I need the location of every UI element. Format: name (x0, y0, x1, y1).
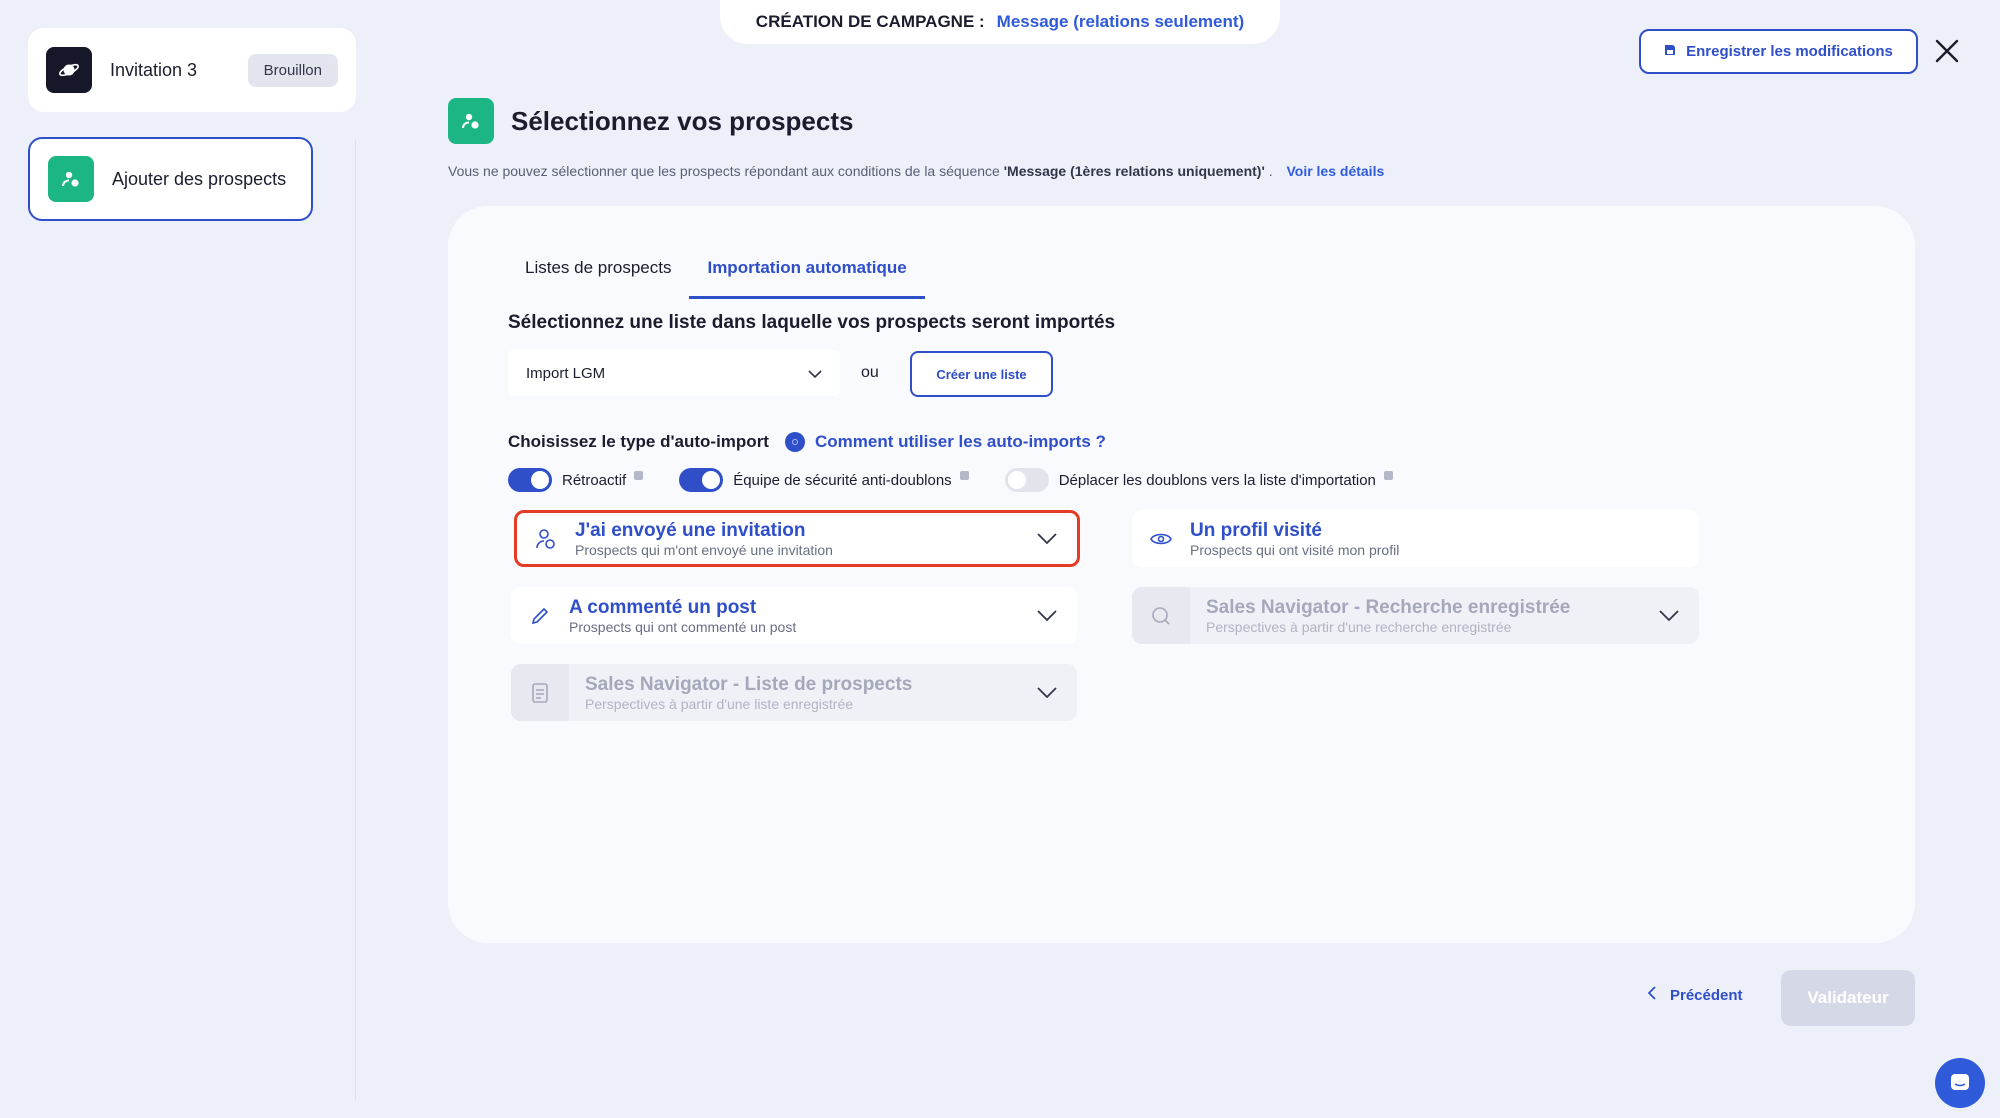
option-profile-visited[interactable]: Un profil visité Prospects qui ont visit… (1132, 510, 1699, 567)
prospects-icon (448, 98, 494, 144)
details-link[interactable]: Voir les détails (1286, 163, 1384, 179)
banner-value: Message (relations seulement) (996, 12, 1245, 31)
option-title: Un profil visité (1190, 519, 1322, 541)
sidebar-item-label: Ajouter des prospects (112, 168, 287, 189)
info-icon[interactable] (1383, 470, 1393, 480)
sidebar-item-add-prospects[interactable]: Ajouter des prospects (28, 137, 313, 221)
info-icon[interactable] (634, 470, 644, 480)
help-link[interactable]: Comment utiliser les auto-imports ? (784, 432, 1106, 452)
option-desc: Perspectives à partir d'une liste enregi… (585, 695, 854, 712)
option-title: A commenté un post (569, 596, 757, 618)
option-commented-post[interactable]: A commenté un post Prospects qui ont com… (511, 587, 1077, 644)
option-text: Sales Navigator - Liste de prospects Per… (569, 664, 1017, 721)
autoimport-heading-row: Choisissez le type d'auto-import Comment… (508, 432, 1106, 452)
list-select-value: Import LGM (526, 364, 606, 382)
toggle-label: Équipe de sécurité anti-doublons (733, 471, 952, 489)
chevron-down-icon (808, 365, 822, 382)
toggle-label: Rétroactif (562, 471, 627, 489)
subtitle-end: . (1268, 163, 1273, 179)
chevron-down-icon[interactable] (1017, 610, 1077, 621)
help-icon (784, 432, 805, 452)
user-invite-icon (517, 528, 575, 550)
previous-label: Précédent (1670, 986, 1743, 1004)
option-title: Sales Navigator - Liste de prospects (585, 673, 913, 695)
document-icon (511, 664, 569, 721)
toggle-dedup-team[interactable]: Équipe de sécurité anti-doublons (679, 468, 969, 492)
subtitle-text: Vous ne pouvez sélectionner que les pros… (448, 163, 1000, 179)
autoimport-heading: Choisissez le type d'auto-import (508, 432, 769, 451)
sidebar-divider (355, 140, 356, 1100)
tab-prospect-lists[interactable]: Listes de prospects (508, 250, 689, 299)
planet-icon (46, 47, 92, 93)
previous-button[interactable]: Précédent (1647, 986, 1743, 1004)
option-title: Sales Navigator - Recherche enregistrée (1206, 596, 1571, 618)
chevron-down-icon[interactable] (1017, 533, 1077, 544)
option-sales-nav-list[interactable]: Sales Navigator - Liste de prospects Per… (511, 664, 1077, 721)
status-badge: Brouillon (247, 53, 338, 87)
toggle-row: Rétroactif Équipe de sécurité anti-doubl… (508, 468, 1429, 492)
info-icon[interactable] (959, 470, 969, 480)
save-button[interactable]: Enregistrer les modifications (1639, 29, 1918, 74)
campaign-name: Invitation 3 (110, 59, 198, 80)
option-text: Un profil visité Prospects qui ont visit… (1190, 520, 1699, 558)
toggle-move-duplicates[interactable]: Déplacer les doublons vers la liste d'im… (1004, 468, 1393, 492)
list-select[interactable]: Import LGM (508, 350, 840, 396)
save-icon (1664, 43, 1676, 60)
toggle-switch[interactable] (508, 468, 552, 492)
option-text: J'ai envoyé une invitation Prospects qui… (575, 520, 1017, 558)
close-icon[interactable] (1932, 36, 1962, 66)
option-desc: Prospects qui ont commenté un post (569, 618, 797, 635)
option-desc: Prospects qui m'ont envoyé une invitatio… (575, 541, 833, 558)
save-label: Enregistrer les modifications (1686, 43, 1893, 60)
validate-button[interactable]: Validateur (1781, 970, 1915, 1026)
page-subtitle: Vous ne pouvez sélectionner que les pros… (448, 163, 1384, 179)
option-desc: Prospects qui ont visité mon profil (1190, 541, 1400, 558)
chat-icon[interactable] (1935, 1058, 1985, 1108)
subtitle-sequence: 'Message (1ères relations uniquement)' (1003, 163, 1265, 179)
option-text: A commenté un post Prospects qui ont com… (569, 597, 1017, 635)
chevron-down-icon[interactable] (1639, 587, 1699, 644)
search-icon (1132, 587, 1190, 644)
option-text: Sales Navigator - Recherche enregistrée … (1190, 587, 1639, 644)
list-heading: Sélectionnez une liste dans laquelle vos… (508, 312, 1116, 333)
toggle-switch[interactable] (1004, 468, 1049, 492)
toggle-label: Déplacer les doublons vers la liste d'im… (1058, 471, 1376, 489)
page-title: Sélectionnez vos prospects (511, 106, 854, 136)
add-user-icon (48, 156, 94, 202)
toggle-retroactive[interactable]: Rétroactif (508, 468, 644, 492)
tab-bar: Listes de prospects Importation automati… (508, 250, 925, 299)
option-sales-nav-search[interactable]: Sales Navigator - Recherche enregistrée … (1132, 587, 1699, 644)
option-desc: Perspectives à partir d'une recherche en… (1206, 618, 1512, 635)
option-sent-invitation[interactable]: J'ai envoyé une invitation Prospects qui… (514, 510, 1080, 567)
eye-icon (1132, 531, 1190, 547)
toggle-switch[interactable] (679, 468, 724, 492)
banner-label: CRÉATION DE CAMPAGNE : (755, 12, 985, 31)
or-label: ou (861, 364, 879, 381)
campaign-card[interactable]: Invitation 3 Brouillon (28, 28, 356, 112)
chevron-down-icon[interactable] (1017, 664, 1077, 721)
create-list-button[interactable]: Créer une liste (910, 351, 1053, 397)
campaign-banner: CRÉATION DE CAMPAGNE : Message (relation… (720, 0, 1280, 44)
pencil-icon (511, 606, 569, 626)
main-panel: Listes de prospects Importation automati… (448, 206, 1915, 943)
chevron-left-icon (1647, 986, 1656, 1004)
tab-auto-import[interactable]: Importation automatique (689, 250, 925, 299)
option-title: J'ai envoyé une invitation (575, 519, 806, 541)
help-link-label: Comment utiliser les auto-imports ? (814, 432, 1106, 451)
